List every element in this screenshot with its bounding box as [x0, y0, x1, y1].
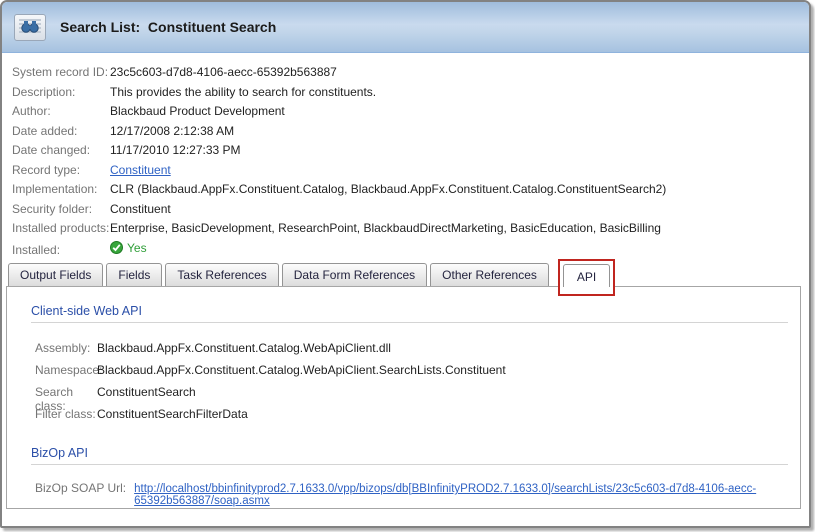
api-row-bizop-soap-url: BizOp SOAP Url: http://localhost/bbinfin…	[35, 481, 800, 503]
property-label: Installed:	[12, 243, 110, 257]
property-row-system-record-id: System record ID: 23c5c603-d7d8-4106-aec…	[12, 65, 809, 85]
property-row-installed-products: Installed products: Enterprise, BasicDev…	[12, 221, 809, 241]
property-row-author: Author: Blackbaud Product Development	[12, 104, 809, 124]
property-row-implementation: Implementation: CLR (Blackbaud.AppFx.Con…	[12, 182, 809, 202]
property-row-record-type: Record type: Constituent	[12, 163, 809, 183]
api-row-value: ConstituentSearchFilterData	[97, 407, 248, 421]
property-value: Blackbaud Product Development	[110, 104, 285, 118]
property-value: 23c5c603-d7d8-4106-aecc-65392b563887	[110, 65, 337, 79]
tab-output-fields[interactable]: Output Fields	[8, 263, 103, 286]
soap-url-link[interactable]: http://localhost/bbinfinityprod2.7.1633.…	[134, 483, 800, 507]
api-row-filter-class: Filter class: ConstituentSearchFilterDat…	[35, 407, 800, 429]
api-row-assembly: Assembly: Blackbaud.AppFx.Constituent.Ca…	[35, 341, 800, 363]
section-title-bizop-api: BizOp API	[31, 446, 800, 460]
tab-task-references[interactable]: Task References	[165, 263, 278, 286]
property-label: Date changed:	[12, 143, 110, 157]
check-circle-icon	[110, 241, 123, 254]
api-row-label: Filter class:	[35, 407, 97, 421]
property-value: Enterprise, BasicDevelopment, ResearchPo…	[110, 221, 661, 235]
section-divider	[31, 322, 788, 323]
record-properties: System record ID: 23c5c603-d7d8-4106-aec…	[2, 53, 809, 260]
property-label: Implementation:	[12, 182, 110, 196]
property-label: Installed products:	[12, 221, 110, 235]
property-value: 12/17/2008 2:12:38 AM	[110, 124, 234, 138]
property-label: System record ID:	[12, 65, 110, 79]
property-row-security-folder: Security folder: Constituent	[12, 202, 809, 222]
bizop-api-rows: BizOp SOAP Url: http://localhost/bbinfin…	[7, 481, 800, 503]
section-divider	[31, 464, 788, 465]
page-title: Search List: Constituent Search	[60, 19, 276, 35]
property-value: This provides the ability to search for …	[110, 85, 376, 99]
api-row-label: Assembly:	[35, 341, 97, 355]
record-type-link[interactable]: Constituent	[110, 163, 171, 177]
property-row-installed: Installed: Yes	[12, 241, 809, 261]
tab-bar: Output Fields Fields Task References Dat…	[2, 263, 809, 286]
property-row-date-added: Date added: 12/17/2008 2:12:38 AM	[12, 124, 809, 144]
annotation-highlight-box: API	[558, 259, 615, 296]
search-list-icon	[14, 14, 46, 41]
window-header: Search List: Constituent Search	[2, 2, 809, 53]
property-label: Record type:	[12, 163, 110, 177]
property-row-description: Description: This provides the ability t…	[12, 85, 809, 105]
property-label: Author:	[12, 104, 110, 118]
tab-other-references[interactable]: Other References	[430, 263, 549, 286]
api-row-namespace: Namespace: Blackbaud.AppFx.Constituent.C…	[35, 363, 800, 385]
tab-api[interactable]: API	[563, 264, 610, 287]
property-row-date-changed: Date changed: 11/17/2010 12:27:33 PM	[12, 143, 809, 163]
installed-status: Yes	[110, 241, 147, 255]
property-value: CLR (Blackbaud.AppFx.Constituent.Catalog…	[110, 182, 666, 196]
api-row-label: Namespace:	[35, 363, 97, 377]
tab-fields[interactable]: Fields	[106, 263, 162, 286]
client-side-api-rows: Assembly: Blackbaud.AppFx.Constituent.Ca…	[7, 341, 800, 429]
section-title-client-side-web-api: Client-side Web API	[31, 304, 800, 318]
record-window: Search List: Constituent Search System r…	[0, 0, 811, 528]
installed-value: Yes	[127, 241, 147, 255]
api-tab-panel: Client-side Web API Assembly: Blackbaud.…	[6, 286, 801, 509]
api-row-value: ConstituentSearch	[97, 385, 196, 399]
api-row-label: BizOp SOAP Url:	[35, 481, 126, 495]
tab-data-form-references[interactable]: Data Form References	[282, 263, 427, 286]
property-value: Constituent	[110, 202, 171, 216]
api-row-search-class: Search class: ConstituentSearch	[35, 385, 800, 407]
property-label: Date added:	[12, 124, 110, 138]
api-row-value: Blackbaud.AppFx.Constituent.Catalog.WebA…	[97, 341, 391, 355]
property-label: Security folder:	[12, 202, 110, 216]
api-row-value: Blackbaud.AppFx.Constituent.Catalog.WebA…	[97, 363, 506, 377]
property-value: 11/17/2010 12:27:33 PM	[110, 143, 241, 157]
property-label: Description:	[12, 85, 110, 99]
